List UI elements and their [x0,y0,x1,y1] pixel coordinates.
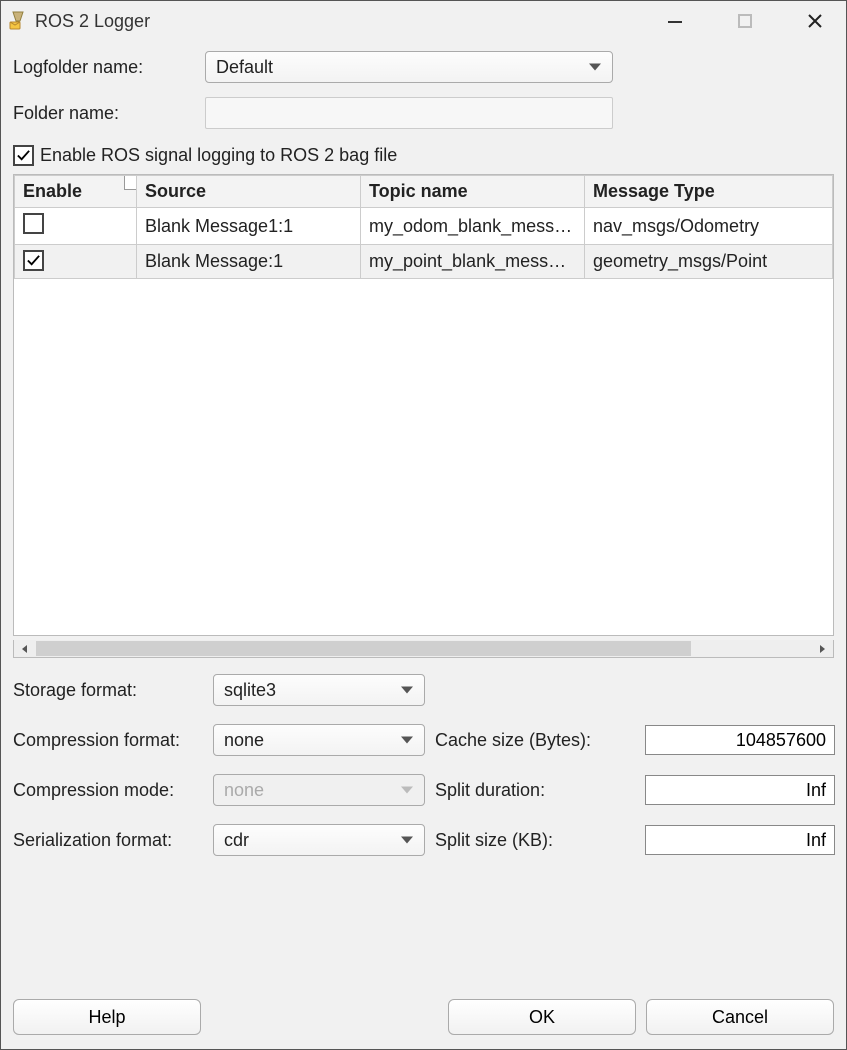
row-enable-checkbox[interactable] [23,213,44,234]
compression-mode-label: Compression mode: [13,780,207,801]
compression-format-dropdown[interactable]: none [213,724,425,756]
scrollbar-thumb-gap [691,641,811,656]
titlebar: ROS 2 Logger [1,1,846,41]
ok-button[interactable]: OK [448,999,636,1035]
table-row[interactable]: Blank Message1:1 my_odom_blank_messa… na… [15,208,833,245]
col-header-msgtype[interactable]: Message Type [585,176,833,208]
header-select-all-checkbox[interactable] [124,176,137,191]
maximize-button[interactable] [730,6,760,36]
col-header-source[interactable]: Source [137,176,361,208]
row-topic-cell[interactable]: my_odom_blank_messa… [361,208,585,245]
logfolder-label: Logfolder name: [13,57,205,78]
storage-format-dropdown[interactable]: sqlite3 [213,674,425,706]
minimize-button[interactable] [660,6,690,36]
table-empty-space [14,279,833,635]
close-button[interactable] [800,6,830,36]
chevron-down-icon [400,680,414,701]
storage-format-value: sqlite3 [224,680,276,701]
dialog-body: Logfolder name: Default Folder name: Ena… [1,41,846,989]
row-source-cell[interactable]: Blank Message:1 [137,245,361,279]
compression-format-label: Compression format: [13,730,207,751]
scrollbar-track[interactable] [36,641,811,656]
foldername-label: Folder name: [13,103,205,124]
foldername-input[interactable] [205,97,613,129]
row-msgtype-cell[interactable]: nav_msgs/Odometry [585,208,833,245]
compression-format-value: none [224,730,264,751]
foldername-row: Folder name: [13,97,834,129]
compression-mode-value: none [224,780,264,801]
serialization-format-label: Serialization format: [13,830,207,851]
row-source-cell[interactable]: Blank Message1:1 [137,208,361,245]
logfolder-dropdown[interactable]: Default [205,51,613,83]
enable-logging-row: Enable ROS signal logging to ROS 2 bag f… [13,145,834,166]
signal-table: Enable Source Topic name Message Type Bl… [14,175,833,279]
storage-format-label: Storage format: [13,680,207,701]
row-enable-checkbox[interactable] [23,250,44,271]
table-horizontal-scrollbar[interactable] [13,640,834,658]
split-duration-input[interactable] [645,775,835,805]
row-enable-cell[interactable] [15,208,137,245]
enable-logging-label: Enable ROS signal logging to ROS 2 bag f… [40,145,397,166]
check-icon [16,148,31,163]
row-topic-cell[interactable]: my_point_blank_message [361,245,585,279]
window-title: ROS 2 Logger [35,11,150,32]
check-icon [26,253,41,268]
split-size-label: Split size (KB): [435,830,639,851]
col-header-enable[interactable]: Enable [15,176,137,208]
cache-size-input[interactable] [645,725,835,755]
logfolder-row: Logfolder name: Default [13,51,834,83]
chevron-down-icon [400,730,414,751]
signal-table-container: Enable Source Topic name Message Type Bl… [13,174,834,636]
options-grid: Storage format: sqlite3 Compression form… [13,674,834,856]
logfolder-value: Default [216,57,273,78]
split-size-input[interactable] [645,825,835,855]
scroll-left-icon[interactable] [14,640,36,657]
col-header-enable-label: Enable [23,181,82,201]
compression-mode-dropdown: none [213,774,425,806]
window-controls [660,6,842,36]
serialization-format-dropdown[interactable]: cdr [213,824,425,856]
cache-size-label: Cache size (Bytes): [435,730,639,751]
table-row[interactable]: Blank Message:1 my_point_blank_message g… [15,245,833,279]
split-duration-label: Split duration: [435,780,639,801]
table-header-row: Enable Source Topic name Message Type [15,176,833,208]
chevron-down-icon [588,57,602,78]
row-msgtype-cell[interactable]: geometry_msgs/Point [585,245,833,279]
help-button[interactable]: Help [13,999,201,1035]
row-enable-cell[interactable] [15,245,137,279]
scroll-right-icon[interactable] [811,640,833,657]
chevron-down-icon [400,780,414,801]
dialog-window: ROS 2 Logger Logfolder name: Default [0,0,847,1050]
app-icon [7,10,29,32]
enable-logging-checkbox[interactable] [13,145,34,166]
chevron-down-icon [400,830,414,851]
dialog-footer: Help OK Cancel [1,989,846,1049]
cancel-button[interactable]: Cancel [646,999,834,1035]
serialization-format-value: cdr [224,830,249,851]
col-header-topic[interactable]: Topic name [361,176,585,208]
